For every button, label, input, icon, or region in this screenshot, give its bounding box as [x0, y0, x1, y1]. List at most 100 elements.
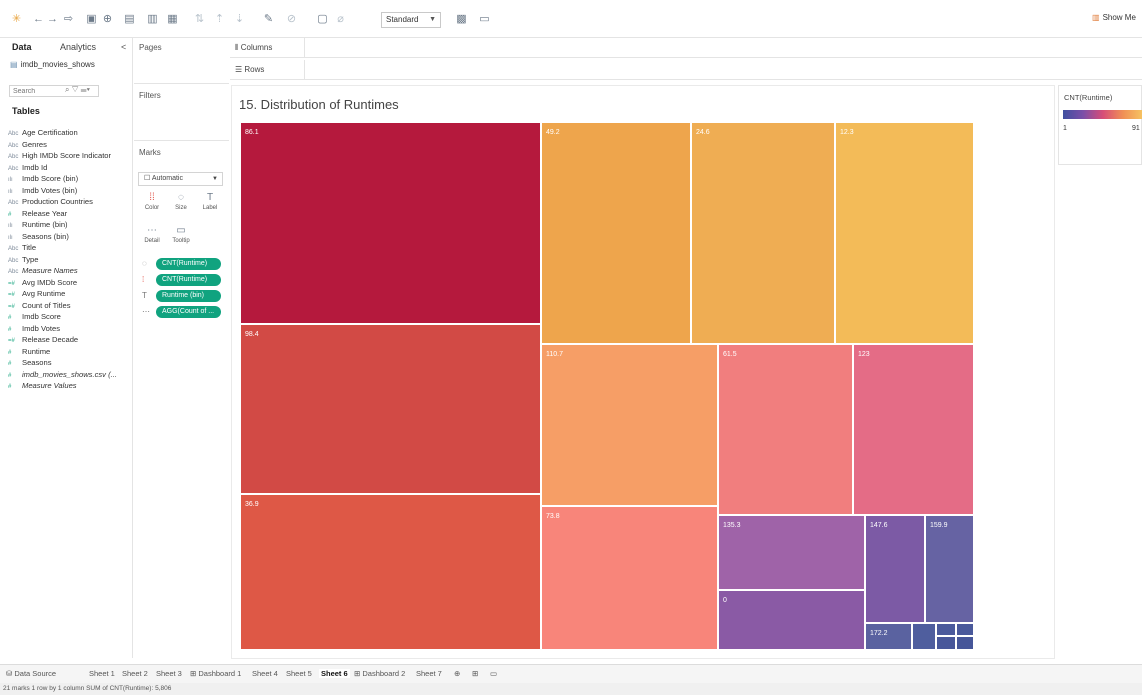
treemap-tile[interactable]: 98.4	[240, 324, 541, 494]
tableau-logo-icon[interactable]: ✳	[10, 13, 23, 26]
sort-asc-icon[interactable]: ⇡	[213, 13, 226, 26]
redo-icon[interactable]: ⇨	[62, 13, 75, 26]
treemap-tile-small[interactable]	[936, 636, 956, 650]
presentation-icon[interactable]: ▭	[478, 13, 491, 26]
pill-detail-agg-count[interactable]: AGG(Count of ...	[156, 306, 221, 318]
columns-shelf[interactable]: ⦀ Columns	[230, 38, 1142, 58]
group-icon[interactable]: ⊘	[285, 13, 298, 26]
swap-icon[interactable]: ⇅	[193, 13, 206, 26]
fit-icon[interactable]: ▩	[455, 13, 468, 26]
save-icon[interactable]: ▣	[85, 13, 98, 26]
treemap-tile[interactable]: 172.2	[865, 623, 912, 650]
treemap-tile[interactable]: 123	[853, 344, 974, 515]
chevron-down-icon: ▼	[212, 176, 218, 182]
field-item[interactable]: # Imdb Score	[8, 312, 61, 321]
tab-dashboard-1[interactable]: ⊞ Dashboard 1	[190, 669, 241, 678]
treemap-tile[interactable]: 86.1	[240, 122, 541, 324]
field-item[interactable]: ılı Runtime (bin)	[8, 220, 68, 229]
treemap-tile[interactable]: 147.6	[865, 515, 925, 623]
treemap-tile[interactable]: 12.3	[835, 122, 974, 344]
treemap-tile[interactable]: 49.2	[541, 122, 691, 344]
field-item[interactable]: # Runtime	[8, 347, 50, 356]
field-item[interactable]: # Imdb Votes	[8, 324, 60, 333]
tab-dashboard-2[interactable]: ⊞ Dashboard 2	[354, 669, 405, 678]
treemap-tile-small[interactable]	[912, 623, 936, 650]
field-item[interactable]: Abc Age Certification	[8, 128, 78, 137]
collapse-pane-icon[interactable]: <	[121, 42, 126, 52]
tab-sheet-1[interactable]: Sheet 1	[89, 669, 115, 678]
search-icon[interactable]: ⌕ ▽ ☰▾	[65, 85, 90, 95]
field-item[interactable]: Abc Type	[8, 255, 38, 264]
tab-analytics[interactable]: Analytics	[60, 42, 96, 52]
pill-label-runtime-bin[interactable]: Runtime (bin)	[156, 290, 221, 302]
mark-type-select[interactable]: ☐ Automatic ▼	[138, 172, 223, 186]
treemap-tile[interactable]: 110.7	[541, 344, 718, 506]
duplicate-icon[interactable]: ▥	[146, 13, 159, 26]
forward-icon[interactable]: →	[46, 13, 59, 26]
highlight-icon[interactable]: ✎	[262, 13, 275, 26]
new-sheet-icon[interactable]: ⊕	[454, 669, 460, 678]
show-me-button[interactable]: ▥ Show Me	[1092, 13, 1136, 22]
treemap-tile[interactable]: 36.9	[240, 494, 541, 650]
tab-sheet-4[interactable]: Sheet 4	[252, 669, 278, 678]
sort-desc-icon[interactable]: ⇣	[233, 13, 246, 26]
treemap-tile[interactable]: 0	[718, 590, 865, 650]
datasource-icon: ▤	[10, 60, 18, 69]
treemap-tile[interactable]: 61.5	[718, 344, 853, 515]
treemap-tile-small[interactable]	[936, 623, 956, 636]
color-button[interactable]: ⁞⁞ Color	[142, 190, 162, 216]
treemap-tile[interactable]: 24.6	[691, 122, 835, 344]
new-dashboard-icon[interactable]: ⊞	[472, 669, 478, 678]
field-item[interactable]: =# Release Decade	[8, 335, 78, 344]
field-item[interactable]: ılı Imdb Score (bin)	[8, 174, 78, 183]
field-item[interactable]: =# Count of Titles	[8, 301, 71, 310]
detail-button[interactable]: ⋯ Detail	[142, 223, 162, 249]
field-item[interactable]: =# Avg Runtime	[8, 289, 65, 298]
field-item[interactable]: ılı Imdb Votes (bin)	[8, 186, 77, 195]
field-item[interactable]: # imdb_movies_shows.csv (...	[8, 370, 117, 379]
treemap-tile-small[interactable]	[956, 623, 974, 636]
field-item[interactable]: Abc Measure Names	[8, 266, 78, 275]
field-item[interactable]: # Measure Values	[8, 381, 77, 390]
field-label: Seasons	[22, 358, 52, 367]
field-item[interactable]: =# Avg IMDb Score	[8, 278, 77, 287]
field-item[interactable]: # Seasons	[8, 358, 52, 367]
tab-data[interactable]: Data	[12, 42, 32, 52]
pages-card[interactable]: Pages	[134, 38, 229, 84]
new-datasource-icon[interactable]: ⊕	[101, 13, 114, 26]
treemap-tile[interactable]: 135.3	[718, 515, 865, 590]
field-item[interactable]: ılı Seasons (bin)	[8, 232, 69, 241]
tab-sheet-6[interactable]: Sheet 6	[319, 669, 350, 678]
treemap-tile[interactable]: 159.9	[925, 515, 974, 623]
tooltip-button[interactable]: ▭ Tooltip	[171, 223, 191, 249]
tab-sheet-7[interactable]: Sheet 7	[416, 669, 442, 678]
pill-color-cnt-runtime[interactable]: CNT(Runtime)	[156, 274, 221, 286]
color-legend[interactable]: CNT(Runtime) 1 91	[1058, 85, 1142, 165]
new-sheet-icon[interactable]: ▤	[123, 13, 136, 26]
tab-sheet-3[interactable]: Sheet 3	[156, 669, 182, 678]
field-item[interactable]: # Release Year	[8, 209, 67, 218]
field-item[interactable]: Abc Title	[8, 243, 36, 252]
field-type-icon: =#	[8, 280, 15, 287]
label-button[interactable]: T Label	[200, 190, 220, 216]
label-icon[interactable]: ▢	[316, 13, 329, 26]
datasource-item[interactable]: ▤ imdb_movies_shows	[10, 60, 95, 69]
back-icon[interactable]: ←	[32, 13, 45, 26]
field-item[interactable]: Abc Genres	[8, 140, 47, 149]
rows-shelf[interactable]: ☰ Rows	[230, 60, 1142, 80]
clear-sheet-icon[interactable]: ▦	[166, 13, 179, 26]
filters-card[interactable]: Filters	[134, 86, 229, 141]
tab-sheet-2[interactable]: Sheet 2	[122, 669, 148, 678]
treemap-tile[interactable]: 73.8	[541, 506, 718, 650]
new-story-icon[interactable]: ▭	[490, 669, 497, 678]
size-button[interactable]: ◌ Size	[171, 190, 191, 216]
view-mode-select[interactable]: Standard ▼	[381, 12, 441, 28]
field-item[interactable]: Abc Production Countries	[8, 197, 93, 206]
tab-sheet-5[interactable]: Sheet 5	[286, 669, 312, 678]
treemap-tile-small[interactable]	[956, 636, 974, 650]
fix-axes-icon[interactable]: ⌀	[334, 13, 347, 26]
pill-size-cnt-runtime[interactable]: CNT(Runtime)	[156, 258, 221, 270]
field-item[interactable]: Abc Imdb Id	[8, 163, 47, 172]
field-item[interactable]: Abc High IMDb Score Indicator	[8, 151, 111, 160]
tab-data-source[interactable]: ⛁ Data Source	[6, 669, 56, 678]
